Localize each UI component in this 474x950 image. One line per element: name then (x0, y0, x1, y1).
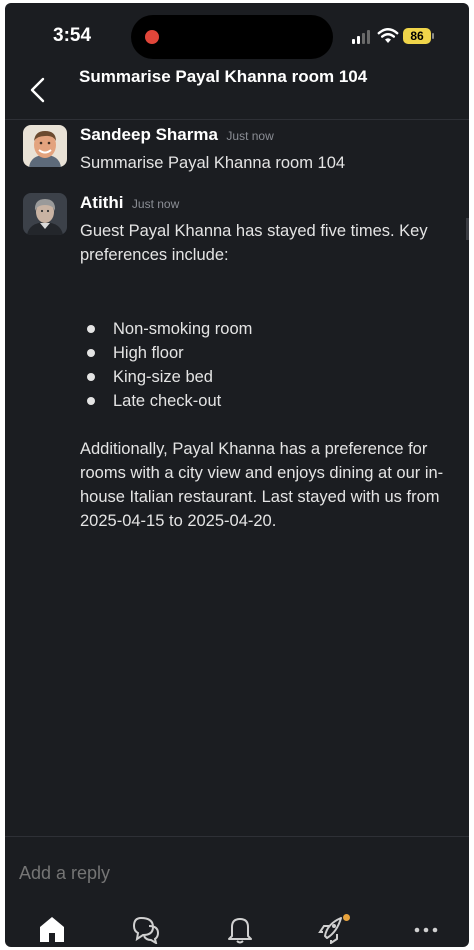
list-item: High floor (80, 341, 469, 365)
sender-line: Atithi Just now (80, 193, 469, 219)
avatar[interactable] (23, 193, 67, 235)
battery-level: 86 (410, 29, 424, 43)
notification-dot (343, 914, 350, 921)
thread-header: Summarise Payal Khanna room 104 (5, 63, 469, 120)
message-intro: Guest Payal Khanna has stayed five times… (80, 222, 428, 264)
preference-text: Non-smoking room (113, 320, 253, 338)
battery-tip (432, 33, 434, 39)
avatar[interactable] (23, 125, 67, 167)
preference-text: King-size bed (113, 368, 213, 386)
bullet-icon (87, 349, 95, 357)
message-body: Sandeep Sharma Just now Summarise Payal … (80, 125, 469, 175)
battery-icon: 86 (403, 28, 431, 44)
user-avatar-icon (23, 125, 67, 167)
message-text: Summarise Payal Khanna room 104 (80, 154, 346, 172)
thread-title: Summarise Payal Khanna room 104 (79, 67, 368, 86)
bot-avatar-icon (23, 193, 67, 235)
preference-text: Late check-out (113, 392, 222, 410)
preference-text: High floor (113, 344, 184, 362)
sender-line: Sandeep Sharma Just now (80, 125, 469, 151)
home-icon[interactable] (35, 914, 69, 944)
phone-screen: 3:54 86 Summarise Payal Khanna room 104 (5, 3, 469, 947)
dms-icon[interactable] (129, 914, 163, 944)
reply-input[interactable] (19, 863, 439, 884)
list-item: Late check-out (80, 389, 469, 413)
recording-indicator-icon (145, 30, 159, 44)
cellular-signal-icon (352, 30, 372, 44)
sender-name[interactable]: Sandeep Sharma (80, 125, 218, 144)
activity-tab[interactable] (315, 914, 350, 945)
status-bar: 3:54 86 (5, 3, 469, 63)
reply-bar (5, 836, 469, 905)
list-item: King-size bed (80, 365, 469, 389)
bell-icon[interactable] (223, 914, 257, 944)
scroll-indicator[interactable] (466, 218, 469, 240)
more-icon[interactable] (409, 914, 443, 944)
list-item: Non-smoking room (80, 317, 469, 341)
message-item: Sandeep Sharma Just now Summarise Payal … (23, 125, 463, 175)
bottom-nav (5, 904, 469, 947)
message-item: Atithi Just now Guest Payal Khanna has s… (23, 193, 463, 573)
message-body: Atithi Just now Guest Payal Khanna has s… (80, 193, 469, 533)
bullet-icon (87, 397, 95, 405)
timestamp: Just now (131, 197, 180, 211)
status-time: 3:54 (53, 25, 92, 46)
preferences-list: Non-smoking room High floor King-size be… (80, 317, 469, 413)
timestamp: Just now (226, 129, 274, 143)
dynamic-island (131, 15, 333, 59)
bullet-icon (87, 373, 95, 381)
bullet-icon (87, 325, 95, 333)
sender-name[interactable]: Atithi (80, 193, 123, 212)
wifi-icon (377, 28, 399, 43)
chevron-left-icon[interactable] (25, 75, 51, 105)
message-closing: Additionally, Payal Khanna has a prefere… (80, 440, 444, 530)
